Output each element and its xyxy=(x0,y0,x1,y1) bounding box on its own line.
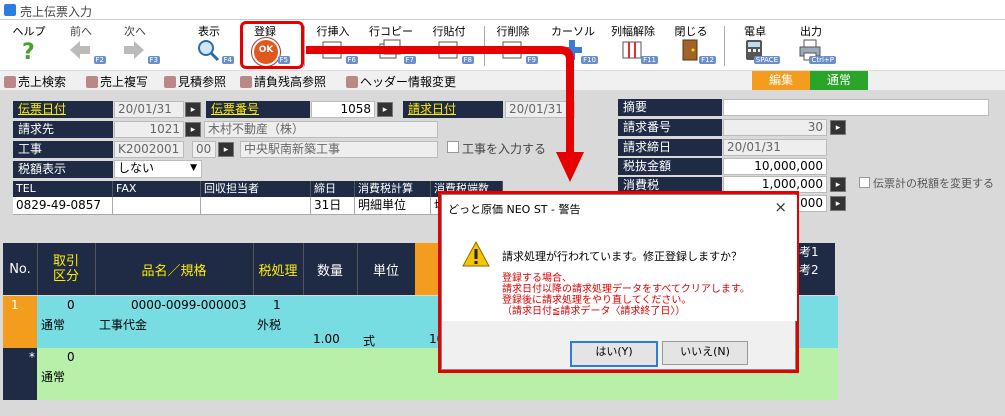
search-icon xyxy=(4,76,16,88)
torihiki-code: 0 xyxy=(67,298,75,312)
close-icon[interactable]: × xyxy=(774,198,787,216)
yes-button[interactable]: はい(Y) xyxy=(570,341,658,367)
copy-icon xyxy=(86,76,98,88)
zeigaku-select[interactable]: しない ▼ xyxy=(114,160,202,178)
shimebi-field[interactable]: 20/01/31 xyxy=(723,139,827,156)
zeinuki-field[interactable]: 10,000,000 xyxy=(723,158,827,175)
shimebi-label: 請求締日 xyxy=(618,139,722,156)
output-button[interactable]: 出力 Ctrl+P xyxy=(786,22,836,68)
date-picker-button[interactable]: ▸ xyxy=(185,102,201,117)
tekiyo-label: 摘要 xyxy=(618,99,722,116)
seikyusaki-label: 請求先 xyxy=(13,121,113,138)
no-button[interactable]: いいえ(N) xyxy=(662,341,748,365)
dialog-note: 登録する場合、 請求日付以降の請求処理データをすべてクリアします。 登録後に請求… xyxy=(502,273,750,317)
mode-edit-tab[interactable]: 編集 xyxy=(752,71,810,90)
help-button[interactable]: ヘルプ ? xyxy=(4,22,54,68)
contact-fax[interactable] xyxy=(113,197,201,215)
zeigaku-label: 税額表示 xyxy=(13,161,113,178)
contact-header: TEL xyxy=(13,181,113,197)
chevron-down-icon: ▼ xyxy=(190,163,197,173)
koji-code-field[interactable]: K2002001 xyxy=(114,141,184,158)
hinban: 0000-0099-000003 xyxy=(131,298,247,312)
koji-sub-field[interactable]: 00 xyxy=(192,141,216,158)
dialog-question: 請求処理が行われています。修正登録しますか？ xyxy=(502,250,743,263)
seikyu-no-field[interactable]: 30 xyxy=(723,119,827,136)
torihiki-code: 0 xyxy=(67,350,75,364)
change-tax-checkbox[interactable] xyxy=(859,177,870,188)
dialog-titlebar: どっと原価 NEO ST - 警告 × xyxy=(442,195,797,221)
tekiyo-field[interactable] xyxy=(723,99,989,116)
hinmei: 工事代金 xyxy=(99,318,148,332)
col-tani: 単位 xyxy=(357,243,416,295)
koji-label: 工事 xyxy=(13,141,113,158)
warning-dialog: どっと原価 NEO ST - 警告 × 請求処理が行われています。修正登録します… xyxy=(441,194,797,370)
arrow-left-icon xyxy=(70,41,90,59)
torihiki-name: 通常 xyxy=(41,370,66,384)
shohizei-field[interactable]: 1,000,000 xyxy=(723,176,827,193)
shohizei-label: 消費税 xyxy=(618,177,722,194)
annotation-arrow xyxy=(306,46,584,182)
sales-copy-link[interactable]: 売上複写 xyxy=(86,73,148,90)
shohizei-button[interactable]: ▸ xyxy=(830,177,846,192)
col-hinmei: 品名／規格 xyxy=(95,243,254,295)
window-title: 売上伝票入力 xyxy=(20,5,93,19)
contact-person[interactable] xyxy=(201,197,311,215)
denpyo-date-field[interactable]: 20/01/31 xyxy=(114,101,184,118)
row-no: 1 xyxy=(11,298,19,312)
koji-search-button[interactable]: ▸ xyxy=(218,142,234,157)
magnifier-icon xyxy=(198,40,220,62)
col-no: No. xyxy=(3,243,38,295)
reset-column-width-button[interactable]: 列幅解除 F11 xyxy=(608,22,658,68)
col-qty: 数量 xyxy=(303,243,358,295)
seikyusaki-search-button[interactable]: ▸ xyxy=(185,122,201,137)
contact-shimebi[interactable]: 31日 xyxy=(311,197,355,215)
document-icon xyxy=(164,76,176,88)
seikyusaki-code-field[interactable]: 1021 xyxy=(114,121,184,138)
zeinuki-label: 税抜金額 xyxy=(618,158,722,175)
help-icon: ? xyxy=(22,40,35,62)
next-button[interactable]: 次へ F3 xyxy=(110,22,160,68)
title-bar: 売上伝票入力 xyxy=(0,0,1005,20)
zei-code: 1 xyxy=(273,298,281,312)
contact-tax-calc[interactable]: 明細単位 xyxy=(355,197,431,215)
row-no: * xyxy=(29,350,35,364)
close-button[interactable]: 閉じる F12 xyxy=(666,22,716,68)
svg-text:?: ? xyxy=(22,40,35,62)
col-zei: 税処理 xyxy=(253,243,304,295)
zei-name: 外税 xyxy=(257,318,282,332)
seikyu-no-button[interactable]: ▸ xyxy=(830,120,846,135)
dialog-body: 請求処理が行われています。修正登録しますか？ 登録する場合、 請求日付以降の請求… xyxy=(442,221,797,321)
tani: 式 xyxy=(363,334,376,348)
toolbar-separator xyxy=(724,26,725,66)
calculator-button[interactable]: 電卓 SPACE xyxy=(730,22,780,68)
view-button[interactable]: 表示 F4 xyxy=(184,22,234,68)
app-icon xyxy=(4,4,16,16)
dialog-title: どっと原価 NEO ST - 警告 xyxy=(448,203,581,216)
torihiki-name: 通常 xyxy=(41,318,66,332)
seikyu-no-label: 請求番号 xyxy=(618,119,722,136)
denpyo-date-label[interactable]: 伝票日付 xyxy=(13,101,113,118)
warning-icon xyxy=(462,241,490,267)
change-tax-label: 伝票計の税額を変更する xyxy=(873,177,994,190)
total-button[interactable]: ▸ xyxy=(830,196,846,211)
row-selector[interactable] xyxy=(3,296,37,348)
qty: 1.00 xyxy=(313,332,340,346)
mode-normal-tab[interactable]: 通常 xyxy=(810,71,868,90)
book-icon xyxy=(240,76,252,88)
contact-tel[interactable]: 0829-49-0857 xyxy=(13,197,113,215)
estimate-ref-link[interactable]: 見積参照 xyxy=(164,73,226,90)
contact-header: FAX xyxy=(113,181,201,197)
col-torihiki: 取引 区分 xyxy=(37,243,96,295)
arrow-right-icon xyxy=(124,41,144,59)
prev-button[interactable]: 前へ F2 xyxy=(56,22,106,68)
sales-search-link[interactable]: 売上検索 xyxy=(4,73,66,90)
